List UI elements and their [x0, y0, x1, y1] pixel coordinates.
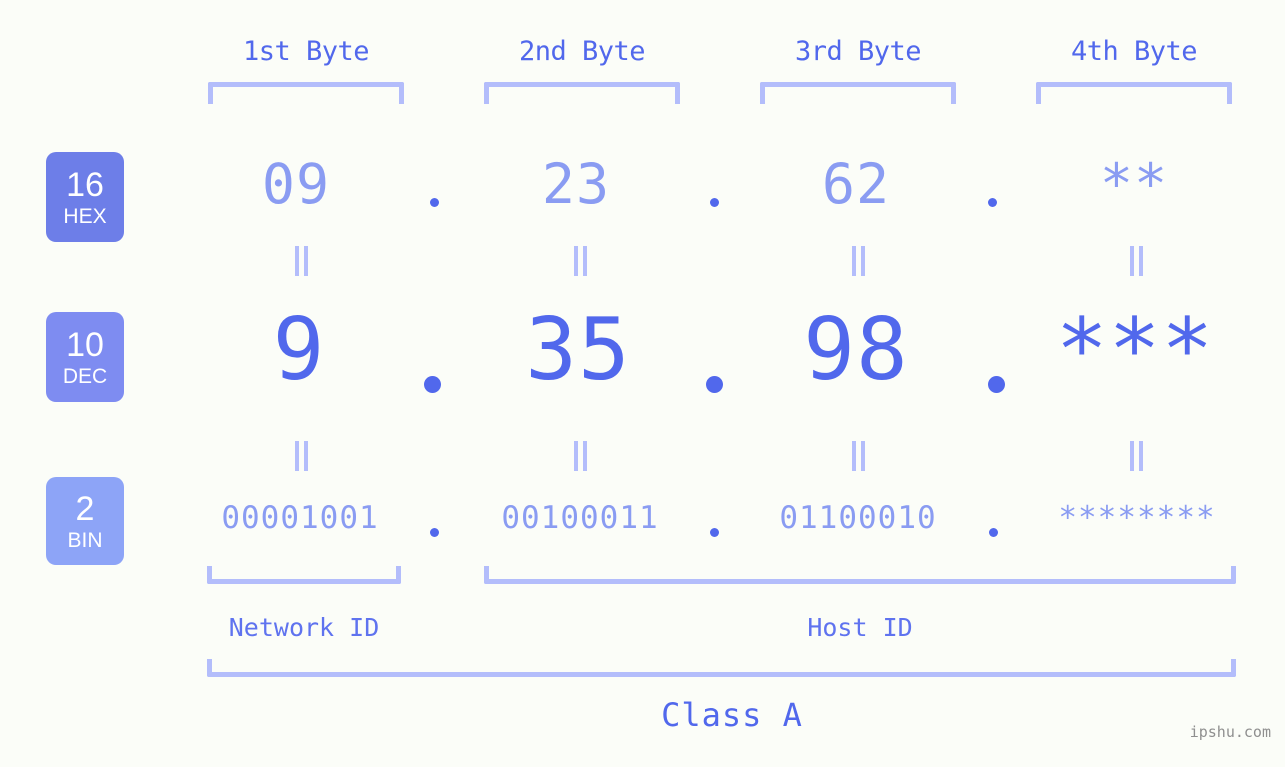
- equals-icon-hex-dec-1: [292, 246, 310, 276]
- dec-dot-separator-3: [988, 376, 1005, 393]
- byte-header-label-3: 3rd Byte: [794, 36, 922, 67]
- base-badge-dec-name: DEC: [62, 364, 108, 388]
- byte-bracket-top-2: [484, 82, 680, 104]
- hex-byte-3: 62: [821, 152, 891, 216]
- byte-header-label-4: 4th Byte: [1070, 36, 1198, 67]
- equals-icon-dec-bin-4: [1127, 441, 1145, 471]
- bin-byte-3: 01100010: [779, 500, 937, 536]
- network-id-bracket: [207, 566, 401, 584]
- site-watermark: ipshu.com: [1189, 723, 1271, 741]
- equals-icon-dec-bin-1: [292, 441, 310, 471]
- network-id-label: Network ID: [228, 613, 380, 642]
- hex-byte-1: 09: [261, 152, 331, 216]
- base-badge-hex-number: 16: [66, 165, 104, 204]
- dec-dot-separator-2: [706, 376, 723, 393]
- equals-icon-hex-dec-3: [849, 246, 867, 276]
- base-badge-bin-number: 2: [75, 489, 95, 528]
- bin-byte-2: 00100011: [501, 500, 659, 536]
- bin-dot-separator-1: [430, 528, 439, 537]
- equals-icon-hex-dec-4: [1127, 246, 1145, 276]
- host-id-label: Host ID: [807, 613, 913, 642]
- dec-dot-separator-1: [424, 376, 441, 393]
- equals-icon-hex-dec-2: [571, 246, 589, 276]
- base-badge-hex-name: HEX: [63, 204, 107, 228]
- byte-bracket-top-1: [208, 82, 404, 104]
- byte-header-label-1: 1st Byte: [242, 36, 370, 67]
- bin-dot-separator-2: [710, 528, 719, 537]
- dec-byte-2: 35: [525, 300, 631, 400]
- class-bracket: [207, 659, 1236, 677]
- dec-byte-3: 98: [803, 300, 909, 400]
- bin-byte-1: 00001001: [221, 500, 379, 536]
- base-badge-bin-name: BIN: [67, 528, 103, 552]
- bin-dot-separator-3: [989, 528, 998, 537]
- equals-icon-dec-bin-2: [571, 441, 589, 471]
- base-badge-dec-number: 10: [66, 325, 104, 364]
- host-id-bracket: [484, 566, 1236, 584]
- hex-dot-separator-3: [988, 198, 997, 207]
- equals-icon-dec-bin-3: [849, 441, 867, 471]
- hex-byte-4: **: [1099, 152, 1169, 216]
- byte-bracket-top-4: [1036, 82, 1232, 104]
- byte-bracket-top-3: [760, 82, 956, 104]
- base-badge-bin[interactable]: 2 BIN: [46, 477, 124, 565]
- base-badge-dec[interactable]: 10 DEC: [46, 312, 124, 402]
- base-badge-hex[interactable]: 16 HEX: [46, 152, 124, 242]
- hex-byte-2: 23: [541, 152, 611, 216]
- dec-byte-1: 9: [272, 300, 326, 400]
- class-label: Class A: [661, 696, 803, 734]
- byte-header-label-2: 2nd Byte: [518, 36, 646, 67]
- dec-byte-4: ***: [1055, 300, 1215, 400]
- hex-dot-separator-1: [430, 198, 439, 207]
- ip-address-breakdown-diagram: 1st Byte 2nd Byte 3rd Byte 4th Byte 16 H…: [0, 0, 1285, 767]
- hex-dot-separator-2: [710, 198, 719, 207]
- bin-byte-4: ********: [1058, 500, 1216, 536]
